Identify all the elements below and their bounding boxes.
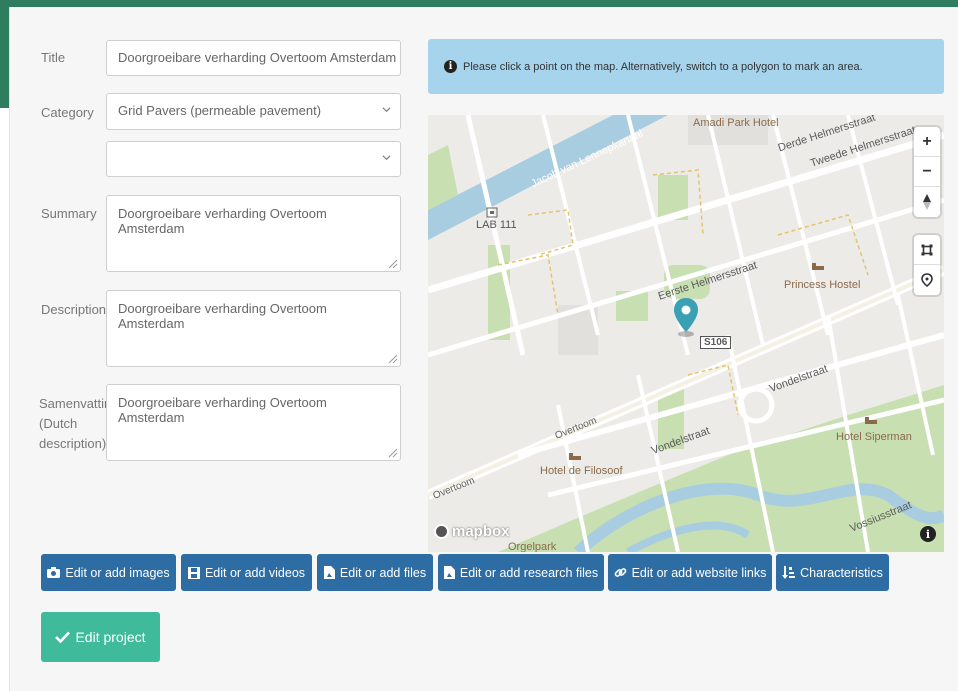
category-select[interactable]: Grid Pavers (permeable pavement) [106, 93, 401, 130]
map-label-amadi: Amadi Park Hotel [693, 117, 779, 129]
mapbox-logo[interactable]: mapbox [434, 523, 510, 540]
edit-files-button[interactable]: Edit or add files [317, 554, 433, 591]
top-accent-bar [0, 0, 958, 7]
location-map[interactable]: Jacob van Lennepkanaal Amadi Park Hotel … [428, 115, 944, 552]
category-select-value: Grid Pavers (permeable pavement) [118, 103, 322, 118]
category-label: Category [41, 105, 94, 120]
poi-building-icon [486, 207, 498, 218]
zoom-in-button[interactable]: + [914, 127, 940, 157]
point-tool-button[interactable] [914, 265, 940, 295]
compass-icon [923, 194, 931, 210]
resize-handle-icon[interactable] [386, 352, 398, 364]
edit-project-label: Edit project [75, 629, 146, 645]
edit-website-links-label: Edit or add website links [631, 565, 767, 580]
chevron-down-icon [382, 107, 391, 113]
map-label-orgelpark: Orgelpark [508, 541, 557, 552]
map-label-princess: Princess Hostel [784, 279, 861, 291]
info-icon: i [444, 60, 457, 73]
map-label-filosoof: Hotel de Filosoof [540, 465, 623, 477]
map-marker-icon[interactable] [673, 297, 699, 337]
film-icon [187, 566, 200, 579]
polygon-icon [921, 244, 933, 255]
hotel-icon [569, 453, 581, 460]
edit-files-label: Edit or add files [339, 565, 427, 580]
mapbox-logo-icon [434, 524, 449, 539]
subcategory-select[interactable] [106, 141, 401, 177]
edit-images-label: Edit or add images [65, 565, 170, 580]
description-textarea[interactable]: Doorgroeibare verharding Overtoom Amster… [106, 290, 401, 367]
chevron-down-icon [382, 155, 391, 161]
hotel-icon [865, 417, 877, 424]
resize-handle-icon[interactable] [386, 446, 398, 458]
polygon-tool-button[interactable] [914, 235, 940, 265]
map-pin-icon [921, 273, 933, 287]
camera-icon [47, 567, 61, 578]
link-icon [614, 568, 626, 577]
description-textarea-value: Doorgroeibare verharding Overtoom Amster… [118, 301, 327, 331]
edit-website-links-button[interactable]: Edit or add website links [608, 554, 772, 591]
hotel-icon [812, 263, 824, 270]
title-input-value: Doorgroeibare verharding Overtoom Amster… [118, 50, 397, 65]
title-label: Title [41, 50, 66, 65]
map-instruction-alert: i Please click a point on the map. Alter… [428, 39, 944, 94]
file-icon [443, 566, 455, 579]
map-label-siperman: Hotel Siperman [836, 431, 912, 443]
edit-videos-label: Edit or add videos [204, 565, 306, 580]
compass-button[interactable] [914, 187, 940, 217]
checkmark-icon [55, 631, 71, 643]
summary-textarea[interactable]: Doorgroeibare verharding Overtoom Amster… [106, 195, 401, 272]
dutch-description-label-line3: description) [39, 436, 107, 451]
dutch-description-label-line1: Samenvattin [39, 396, 112, 411]
characteristics-label: Characteristics [800, 565, 883, 580]
summary-textarea-value: Doorgroeibare verharding Overtoom Amster… [118, 206, 327, 236]
edit-images-button[interactable]: Edit or add images [41, 554, 176, 591]
map-label-route: S106 [700, 336, 732, 349]
zoom-controls: + − [914, 127, 940, 217]
description-label: Description [41, 302, 107, 317]
zoom-out-button[interactable]: − [914, 157, 940, 187]
resize-handle-icon[interactable] [386, 257, 398, 269]
left-accent-bar [0, 0, 9, 108]
dutch-description-label-line2: (Dutch [39, 416, 78, 431]
sort-icon [782, 566, 796, 579]
edit-videos-button[interactable]: Edit or add videos [181, 554, 312, 591]
edit-project-button[interactable]: Edit project [41, 612, 160, 662]
edit-research-files-button[interactable]: Edit or add research files [438, 554, 604, 591]
draw-controls [914, 235, 940, 295]
file-icon [323, 566, 335, 579]
mapbox-logo-text: mapbox [452, 523, 510, 540]
dutch-description-textarea-value: Doorgroeibare verharding Overtoom Amster… [118, 395, 327, 425]
summary-label: Summary [41, 206, 97, 221]
map-label-lab: LAB 111 [476, 219, 517, 231]
attribution-info-icon[interactable]: i [920, 526, 936, 542]
dutch-description-textarea[interactable]: Doorgroeibare verharding Overtoom Amster… [106, 384, 401, 461]
title-input[interactable]: Doorgroeibare verharding Overtoom Amster… [106, 40, 401, 76]
map-instruction-text: Please click a point on the map. Alterna… [463, 60, 863, 73]
edit-research-files-label: Edit or add research files [459, 565, 599, 580]
characteristics-button[interactable]: Characteristics [776, 554, 889, 591]
